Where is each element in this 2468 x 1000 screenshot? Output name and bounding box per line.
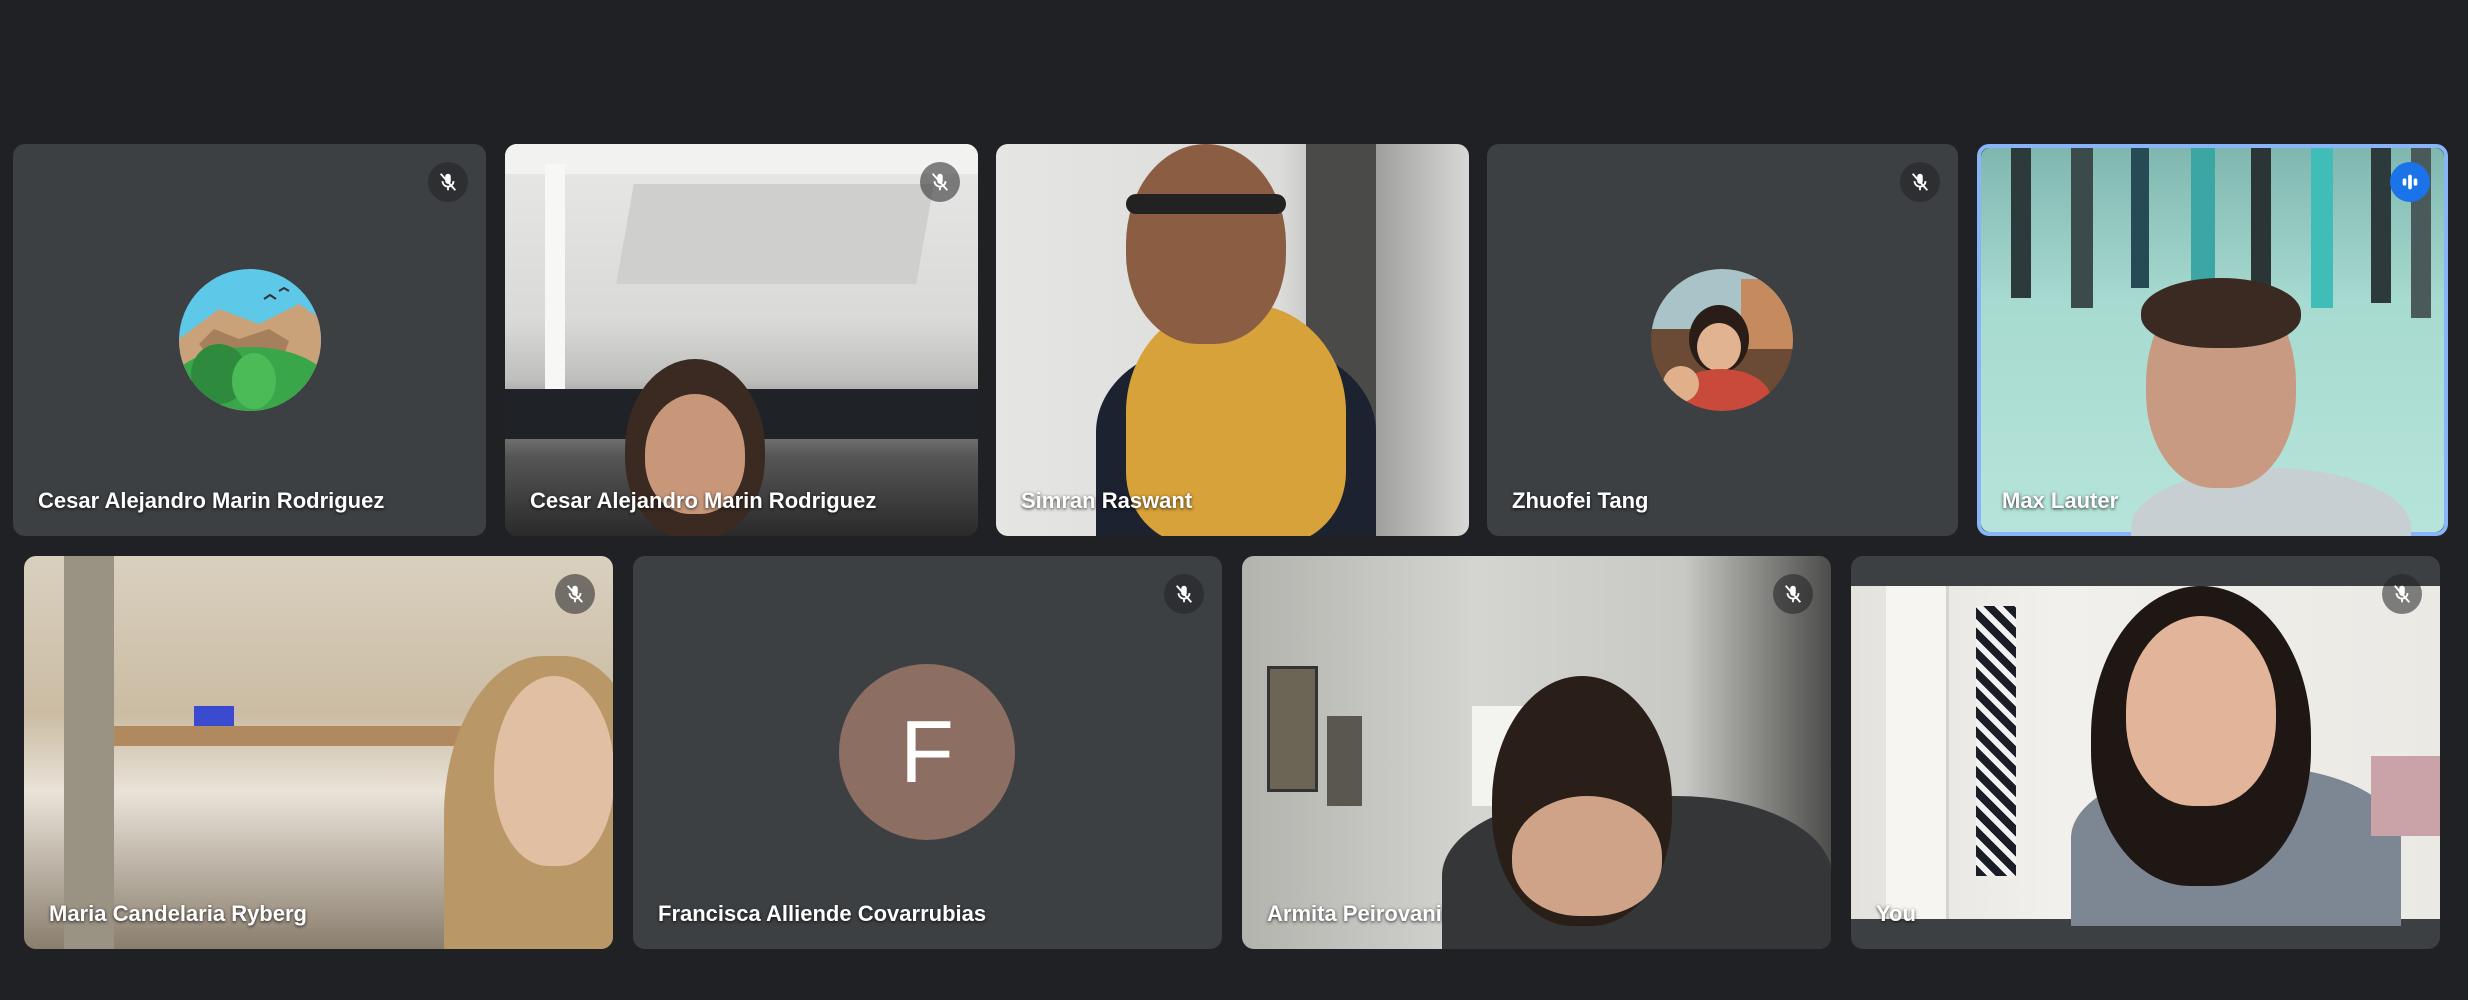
video-feed: [24, 556, 613, 949]
video-feed: [505, 144, 978, 536]
mic-off-icon: [555, 574, 595, 614]
participant-tile-maria[interactable]: Maria Candelaria Ryberg: [24, 556, 613, 949]
participant-tile-francisca[interactable]: F Francisca Alliende Covarrubias: [633, 556, 1222, 949]
participant-tile-armita[interactable]: Armita Peirovani: [1242, 556, 1831, 949]
participant-name: Cesar Alejandro Marin Rodriguez: [38, 488, 385, 513]
mic-off-icon: [920, 162, 960, 202]
mic-off-icon: [1773, 574, 1813, 614]
participant-name: Armita Peirovani: [1267, 901, 1442, 926]
participant-avatar: [179, 269, 321, 411]
initial-avatar: F: [839, 664, 1015, 840]
participant-tile-cesar-avatar[interactable]: Cesar Alejandro Marin Rodriguez: [13, 144, 486, 536]
participant-tile-max[interactable]: Max Lauter: [1977, 144, 2448, 536]
video-feed: [996, 144, 1469, 536]
video-feed: [1981, 148, 2444, 536]
participant-name: Simran Raswant: [1021, 488, 1193, 513]
participant-name: Max Lauter: [2002, 488, 2119, 513]
participant-tile-zhuofei[interactable]: Zhuofei Tang: [1487, 144, 1958, 536]
mic-off-icon: [428, 162, 468, 202]
participant-name: Maria Candelaria Ryberg: [49, 901, 307, 926]
participant-name: Zhuofei Tang: [1512, 488, 1649, 513]
participant-name: Cesar Alejandro Marin Rodriguez: [530, 488, 877, 513]
mic-off-icon: [1164, 574, 1204, 614]
video-feed: [1242, 556, 1831, 949]
participant-tile-you[interactable]: You: [1851, 556, 2440, 949]
video-feed: [1851, 586, 2440, 926]
participant-tile-cesar-video[interactable]: Cesar Alejandro Marin Rodriguez: [505, 144, 978, 536]
mic-off-icon: [2382, 574, 2422, 614]
participant-name: Francisca Alliende Covarrubias: [658, 901, 987, 926]
participant-name: You: [1876, 901, 1916, 926]
participant-tile-simran[interactable]: Simran Raswant: [996, 144, 1469, 536]
participant-avatar: [1651, 269, 1793, 411]
mic-off-icon: [1900, 162, 1940, 202]
audio-level-icon: [2390, 162, 2430, 202]
